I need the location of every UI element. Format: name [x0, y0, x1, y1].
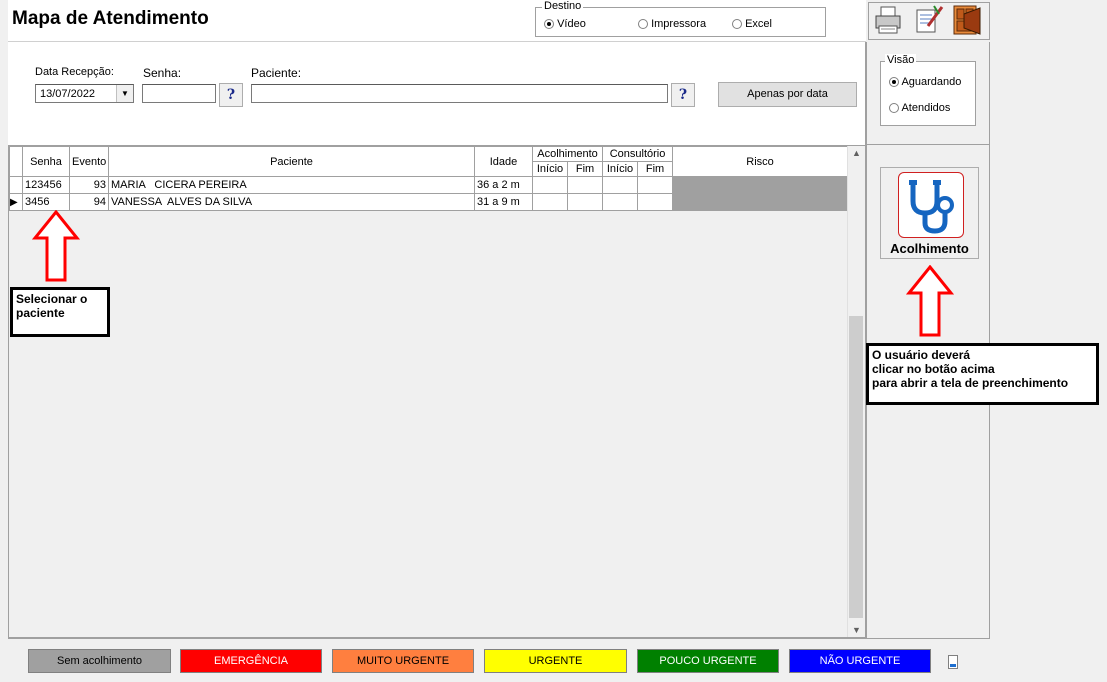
cell-consultorio-inicio[interactable]: [602, 176, 639, 194]
senha-input[interactable]: [142, 84, 216, 103]
senha-help-button[interactable]: ?: [219, 83, 243, 107]
scroll-up-icon[interactable]: ▲: [848, 148, 865, 158]
cell-evento[interactable]: 93: [69, 176, 109, 194]
cell-consultorio-fim[interactable]: [637, 176, 674, 194]
destino-group: Destino Vídeo Impressora Excel: [535, 0, 826, 37]
acolhimento-label: Acolhimento: [890, 241, 969, 256]
col-acolhimento-header: Acolhimento: [531, 146, 604, 162]
click-button-annotation: O usuário deverá clicar no botão acima p…: [866, 343, 1099, 405]
acolhimento-button[interactable]: Acolhimento: [880, 167, 979, 259]
legend-urgente[interactable]: URGENTE: [484, 649, 627, 673]
chevron-down-icon[interactable]: ▼: [116, 85, 133, 102]
data-recepcao-value: 13/07/2022: [40, 88, 96, 100]
col-acolhimento-inicio-header[interactable]: Início: [532, 161, 568, 177]
visao-radio-atendidos[interactable]: Atendidos: [889, 102, 950, 114]
scroll-down-icon[interactable]: ▼: [848, 625, 865, 635]
legend-emergencia[interactable]: EMERGÊNCIA: [180, 649, 322, 673]
row-selector[interactable]: [9, 176, 23, 194]
cell-acolhimento-fim[interactable]: [566, 193, 604, 211]
cell-idade[interactable]: 36 a 2 m: [474, 176, 533, 194]
scrollbar-thumb[interactable]: [849, 316, 863, 618]
cell-consultorio-inicio[interactable]: [602, 193, 639, 211]
vertical-scrollbar[interactable]: ▲ ▼: [847, 146, 864, 637]
radio-icon: [638, 19, 648, 30]
right-panel: [866, 42, 990, 638]
row-selector-header: [9, 146, 23, 177]
cell-paciente[interactable]: MARIA CICERA PEREIRA: [108, 176, 475, 194]
paciente-help-button[interactable]: ?: [671, 83, 695, 107]
cell-acolhimento-inicio[interactable]: [532, 176, 568, 194]
cell-senha[interactable]: 3456: [22, 193, 70, 211]
row-selector-current-icon[interactable]: ▶: [9, 193, 23, 211]
col-evento-header[interactable]: Evento: [69, 146, 109, 177]
stethoscope-icon: [898, 172, 964, 238]
cell-senha[interactable]: 123456: [22, 176, 70, 194]
cell-evento[interactable]: 94: [69, 193, 109, 211]
data-recepcao-select[interactable]: 13/07/2022 ▼: [35, 84, 134, 103]
cell-paciente[interactable]: VANESSA ALVES DA SILVA: [108, 193, 475, 211]
exit-door-icon[interactable]: [950, 4, 984, 36]
legend-sem-acolhimento[interactable]: Sem acolhimento: [28, 649, 171, 673]
table-row[interactable]: ▶ 3456 94 VANESSA ALVES DA SILVA 31 a 9 …: [9, 193, 849, 211]
apenas-por-data-button[interactable]: Apenas por data: [718, 82, 857, 107]
destino-radio-excel[interactable]: Excel: [732, 18, 772, 30]
table-row[interactable]: 123456 93 MARIA CICERA PEREIRA 36 a 2 m: [9, 176, 849, 194]
destino-radio-video[interactable]: Vídeo: [544, 18, 586, 30]
printer-icon[interactable]: [872, 4, 906, 36]
cell-risco[interactable]: [672, 193, 849, 211]
visao-label: Visão: [885, 54, 917, 66]
col-idade-header[interactable]: Idade: [474, 146, 533, 177]
cell-idade[interactable]: 31 a 9 m: [474, 193, 533, 211]
visao-radio-aguardando[interactable]: Aguardando: [889, 76, 961, 88]
status-indicator-icon: [948, 655, 958, 669]
page-title: Mapa de Atendimento: [12, 8, 209, 29]
col-paciente-header[interactable]: Paciente: [108, 146, 475, 177]
col-acolhimento-fim-header[interactable]: Fim: [566, 161, 604, 177]
cell-acolhimento-fim[interactable]: [566, 176, 604, 194]
up-arrow-annotation-icon: [906, 265, 954, 337]
radio-icon: [889, 103, 899, 114]
up-arrow-annotation-icon: [32, 210, 80, 282]
col-consultorio-header: Consultório: [602, 146, 674, 162]
cell-risco[interactable]: [672, 176, 849, 194]
senha-label: Senha:: [143, 66, 182, 80]
right-divider: [866, 144, 990, 145]
table-header-row: Senha Evento Paciente Idade Acolhimento …: [9, 146, 849, 177]
data-recepcao-label: Data Recepção:: [35, 66, 114, 78]
paciente-input[interactable]: [251, 84, 668, 103]
cell-acolhimento-inicio[interactable]: [532, 193, 568, 211]
paciente-label: Paciente:: [251, 66, 302, 80]
destino-label: Destino: [542, 0, 584, 12]
radio-icon: [732, 19, 742, 30]
radio-icon: [889, 77, 899, 88]
legend-nao-urgente[interactable]: NÃO URGENTE: [789, 649, 931, 673]
col-risco-header[interactable]: Risco: [672, 146, 849, 177]
col-consultorio-fim-header[interactable]: Fim: [637, 161, 674, 177]
edit-icon[interactable]: [912, 4, 946, 36]
visao-group: Visão Aguardando Atendidos: [880, 54, 976, 126]
radio-icon: [544, 19, 554, 30]
destino-radio-impressora[interactable]: Impressora: [638, 18, 706, 30]
select-patient-annotation: Selecionar o paciente: [10, 287, 110, 337]
patient-grid: Senha Evento Paciente Idade Acolhimento …: [8, 145, 866, 638]
cell-consultorio-fim[interactable]: [637, 193, 674, 211]
legend-muito-urgente[interactable]: MUITO URGENTE: [332, 649, 474, 673]
legend-pouco-urgente[interactable]: POUCO URGENTE: [637, 649, 779, 673]
col-consultorio-inicio-header[interactable]: Início: [602, 161, 639, 177]
col-senha-header[interactable]: Senha: [22, 146, 70, 177]
